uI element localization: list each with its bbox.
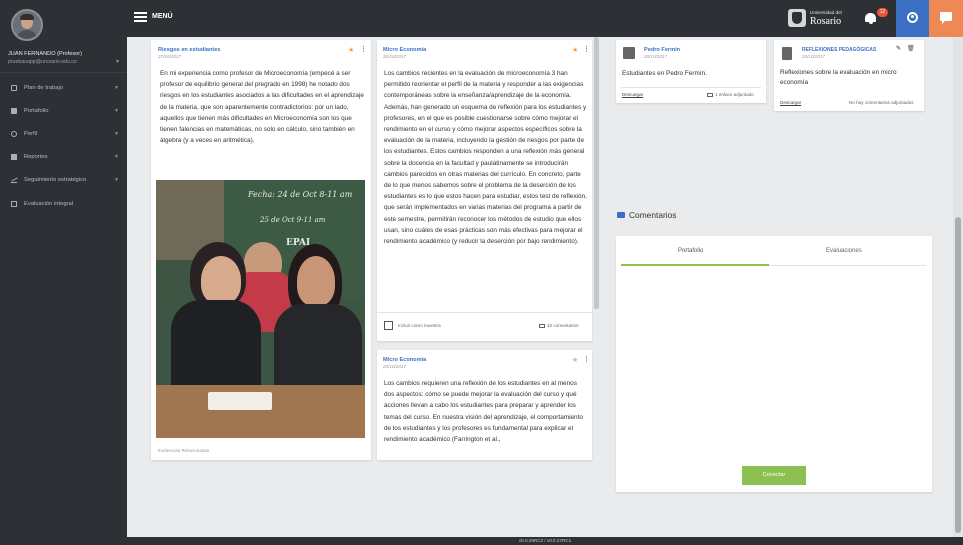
top-bar: MENÚ Universidad del Rosario 12 (127, 0, 963, 37)
comments-count[interactable]: 10 comentarios (539, 323, 578, 328)
caret-down-icon: ▼ (114, 85, 119, 91)
user-circle-icon (907, 12, 918, 23)
card-date: 20/10/2017 (383, 364, 406, 369)
trend-icon (11, 177, 17, 183)
card-text: En mi experiencia como profesor de Micro… (160, 70, 364, 145)
active-tab-indicator (621, 264, 769, 266)
folder-icon (11, 108, 17, 114)
image-file-icon (623, 47, 635, 59)
sidebar-item-label: Portafolio (24, 108, 49, 114)
card-title[interactable]: Riesgos en estudiantes (158, 47, 220, 53)
sidebar-item-portafolio[interactable]: Portafolio ▼ (0, 103, 127, 119)
notification-bell-icon[interactable] (864, 11, 878, 25)
delete-icon[interactable]: 🗑 (907, 45, 915, 52)
related-evidence-label: Evidencias Relacionadas (158, 448, 210, 453)
university-logo: Universidad del Rosario (788, 8, 848, 30)
avatar[interactable] (11, 9, 43, 41)
hamburger-menu-icon[interactable] (134, 12, 147, 22)
include-sample-checkbox[interactable] (384, 321, 393, 330)
sidebar-item-label: Perfil (24, 131, 38, 137)
portfolio-card-microeconomia-2[interactable]: Micro Economía 20/10/2017 ★ ⋮ Los cambio… (377, 350, 592, 460)
card-date: 20/10/2017 (644, 54, 667, 59)
user-menu-caret-icon[interactable]: ▼ (115, 59, 120, 65)
card-text: Estudiantes en Pedro Fermín. (622, 70, 707, 77)
chat-bubble-icon (940, 12, 952, 24)
portfolio-card-reflexiones[interactable]: REFLEXIONES PEDAGÓGICAS 20/10/2017 ✎ 🗑 R… (774, 40, 924, 111)
comments-icon (617, 212, 625, 218)
comments-count[interactable]: 1 enlace adjuntado (707, 92, 754, 97)
edit-icon[interactable]: ✎ (896, 45, 901, 52)
user-name: JUAN FERNANDO (Profesor) (8, 51, 82, 57)
download-link[interactable]: Descargar (780, 100, 801, 105)
caret-down-icon: ▼ (114, 131, 119, 137)
card-title[interactable]: Micro Economía (383, 357, 426, 363)
report-icon (11, 154, 17, 160)
checkbox-label: Incluir como muestra (398, 323, 441, 328)
card-title[interactable]: REFLEXIONES PEDAGÓGICAS (802, 47, 876, 53)
sidebar-item-perfil[interactable]: Perfil ▼ (0, 126, 127, 142)
menu-button-label[interactable]: MENÚ (152, 13, 173, 20)
students-photo: Fecha: 24 de Oct 8-11 am 25 de Oct 9-11 … (156, 180, 365, 438)
user-icon (11, 131, 17, 137)
card-date: 20/10/2017 (383, 54, 406, 59)
caret-down-icon: ▼ (114, 177, 119, 183)
comment-icon (707, 92, 713, 97)
card-date: 27/10/2017 (158, 54, 181, 59)
evaluation-icon (11, 201, 17, 207)
card-title[interactable]: Pedro Fermín (644, 47, 680, 53)
star-icon[interactable]: ★ (572, 46, 578, 54)
portfolio-card-microeconomia-1[interactable]: Micro Economía 20/10/2017 ★ ⋮ Los cambio… (377, 40, 592, 341)
university-seal-icon (788, 9, 806, 27)
page-scrollbar-thumb[interactable] (955, 217, 961, 533)
tab-evaluaciones[interactable]: Evaluaciones (826, 248, 862, 254)
notification-badge: 12 (877, 8, 888, 17)
comment-icon (539, 323, 545, 328)
portfolio-card-pedro-fermin[interactable]: Pedro Fermín 20/10/2017 Estudiantes en P… (616, 40, 766, 103)
sidebar-item-plan-de-trabajo[interactable]: Plan de trabajo ▼ (0, 80, 127, 96)
download-link[interactable]: Descargar (622, 92, 643, 97)
caret-down-icon: ▼ (114, 154, 119, 160)
sidebar-item-label: Reportes (24, 154, 48, 160)
connect-button[interactable]: Conectar (742, 466, 806, 485)
sidebar-item-reportes[interactable]: Reportes ▼ (0, 149, 127, 165)
sidebar-item-label: Evaluación integral (24, 201, 73, 207)
sidebar-item-label: Plan de trabajo (24, 85, 63, 91)
more-options-icon[interactable]: ⋮ (360, 45, 367, 53)
version-footer: v0.0.29RC2 / v0.0.27RC1 (127, 537, 963, 545)
star-icon[interactable]: ★ (572, 356, 578, 364)
comments-title: Comentarios (629, 210, 677, 220)
profile-button[interactable] (896, 0, 929, 37)
more-options-icon[interactable]: ⋮ (583, 45, 590, 53)
card-title[interactable]: Micro Economía (383, 47, 426, 53)
plan-icon (11, 85, 17, 91)
tab-portafolio[interactable]: Portafolio (678, 248, 703, 254)
user-email: pruebauapp@urosario.edu.co (8, 59, 77, 65)
card-date: 20/10/2017 (802, 54, 825, 59)
card-text: Los cambios recientes en la evaluación d… (384, 70, 587, 246)
sidebar-item-seguimiento-estrategico[interactable]: Seguimiento estratégico ▼ (0, 172, 127, 188)
divider (0, 72, 127, 73)
main-content: Riesgos en estudiantes 27/10/2017 ★ ⋮ En… (127, 37, 963, 537)
caret-down-icon: ▼ (114, 108, 119, 114)
star-icon[interactable]: ★ (348, 46, 354, 54)
comments-count: No hay comentarios adjuntados (849, 100, 914, 105)
card-text: Reflexiones sobre la evaluación en micro… (780, 69, 897, 86)
column-scrollbar[interactable] (594, 37, 599, 309)
chat-button[interactable] (929, 0, 963, 37)
sidebar-item-label: Seguimiento estratégico (24, 177, 87, 183)
portfolio-card-riesgos[interactable]: Riesgos en estudiantes 27/10/2017 ★ ⋮ En… (151, 40, 371, 460)
more-options-icon[interactable]: ⋮ (583, 355, 590, 363)
comments-panel: Portafolio Evaluaciones Conectar (616, 236, 932, 492)
card-text: Los cambios requieren una reflexión de l… (384, 380, 583, 444)
document-icon (782, 47, 792, 60)
sidebar-item-evaluacion-integral[interactable]: Evaluación integral (0, 196, 127, 212)
sidebar: JUAN FERNANDO (Profesor) pruebauapp@uros… (0, 0, 127, 545)
